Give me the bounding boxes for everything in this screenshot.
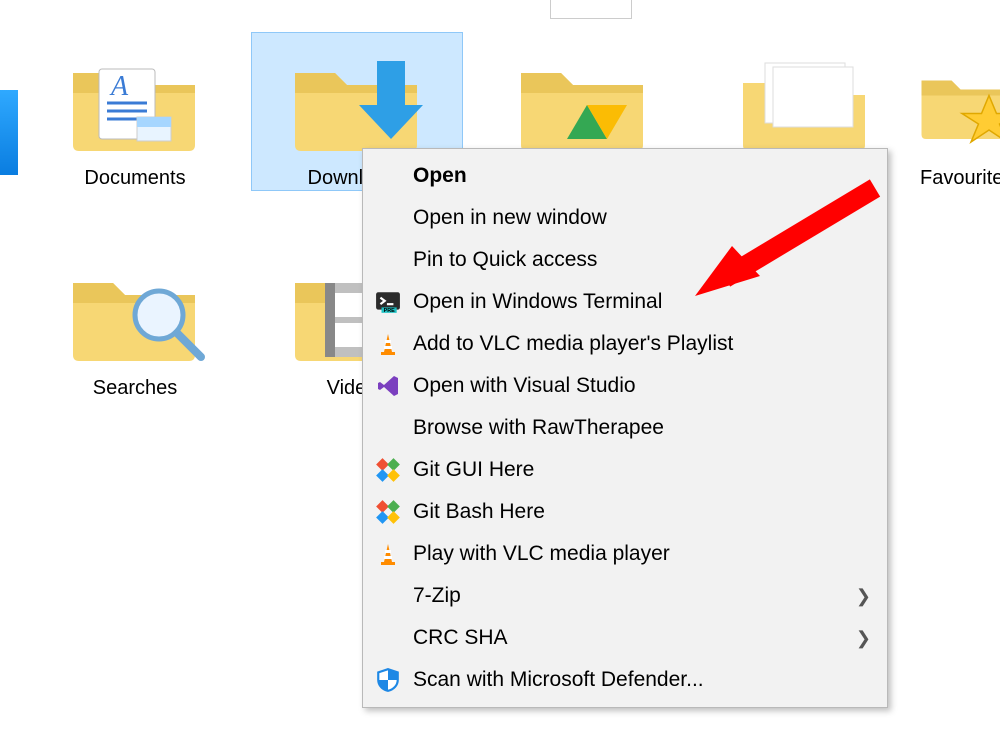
folder-special[interactable] [700, 33, 910, 167]
folder-label: Searches [30, 377, 240, 400]
chevron-right-icon: ❯ [856, 586, 871, 607]
menu-crc-sha[interactable]: CRC SHA ❯ [365, 617, 885, 659]
menu-rawtherapee[interactable]: Browse with RawTherapee [365, 407, 885, 449]
menu-vlc-add-playlist[interactable]: Add to VLC media player's Playlist [365, 323, 885, 365]
menu-label: Play with VLC media player [413, 542, 871, 566]
menu-label: 7-Zip [413, 584, 856, 608]
menu-label: Git Bash Here [413, 500, 871, 524]
folder-documents[interactable]: A Documents [30, 33, 240, 190]
searches-folder-icon [55, 253, 215, 373]
menu-pin-quick-access[interactable]: Pin to Quick access [365, 239, 885, 281]
menu-label: Git GUI Here [413, 458, 871, 482]
documents-folder-icon: A [55, 43, 215, 163]
vlc-cone-icon [373, 539, 403, 569]
blank-icon [373, 623, 403, 653]
toolbar-separator [550, 0, 632, 19]
favourites-folder-icon [908, 43, 1000, 163]
menu-open[interactable]: Open [365, 155, 885, 197]
blank-icon [373, 161, 403, 191]
git-icon [373, 497, 403, 527]
menu-label: Browse with RawTherapee [413, 416, 871, 440]
menu-git-gui-here[interactable]: Git GUI Here [365, 449, 885, 491]
folder-label: Documents [30, 167, 240, 190]
svg-text:A: A [109, 71, 129, 102]
context-menu: Open Open in new window Pin to Quick acc… [362, 148, 888, 708]
git-icon [373, 455, 403, 485]
menu-label: Add to VLC media player's Playlist [413, 332, 871, 356]
menu-label: Scan with Microsoft Defender... [413, 668, 871, 692]
menu-open-windows-terminal[interactable]: PRE Open in Windows Terminal [365, 281, 885, 323]
menu-label: Open with Visual Studio [413, 374, 871, 398]
menu-label: Open [413, 164, 871, 188]
folder-open-icon [725, 43, 885, 163]
menu-label: Open in Windows Terminal [413, 290, 871, 314]
folder-favourites[interactable]: Favourites [908, 33, 1000, 190]
menu-scan-defender[interactable]: Scan with Microsoft Defender... [365, 659, 885, 701]
blank-icon [373, 413, 403, 443]
chevron-right-icon: ❯ [856, 628, 871, 649]
svg-text:PRE: PRE [384, 308, 396, 314]
vlc-cone-icon [373, 329, 403, 359]
folder-label: Favourites [920, 167, 1000, 190]
google-drive-folder-icon [503, 43, 663, 163]
blank-icon [373, 203, 403, 233]
menu-open-visual-studio[interactable]: Open with Visual Studio [365, 365, 885, 407]
menu-vlc-play[interactable]: Play with VLC media player [365, 533, 885, 575]
downloads-folder-icon [277, 43, 437, 163]
blank-icon [373, 245, 403, 275]
menu-label: CRC SHA [413, 626, 856, 650]
defender-shield-icon [373, 665, 403, 695]
partial-selected-item[interactable] [0, 90, 18, 175]
menu-open-new-window[interactable]: Open in new window [365, 197, 885, 239]
menu-git-bash-here[interactable]: Git Bash Here [365, 491, 885, 533]
menu-7zip[interactable]: 7-Zip ❯ [365, 575, 885, 617]
visual-studio-icon [373, 371, 403, 401]
folder-google-drive[interactable] [478, 33, 688, 167]
folder-searches[interactable]: Searches [30, 243, 240, 400]
blank-icon [373, 581, 403, 611]
terminal-icon: PRE [373, 287, 403, 317]
menu-label: Open in new window [413, 206, 871, 230]
menu-label: Pin to Quick access [413, 248, 871, 272]
